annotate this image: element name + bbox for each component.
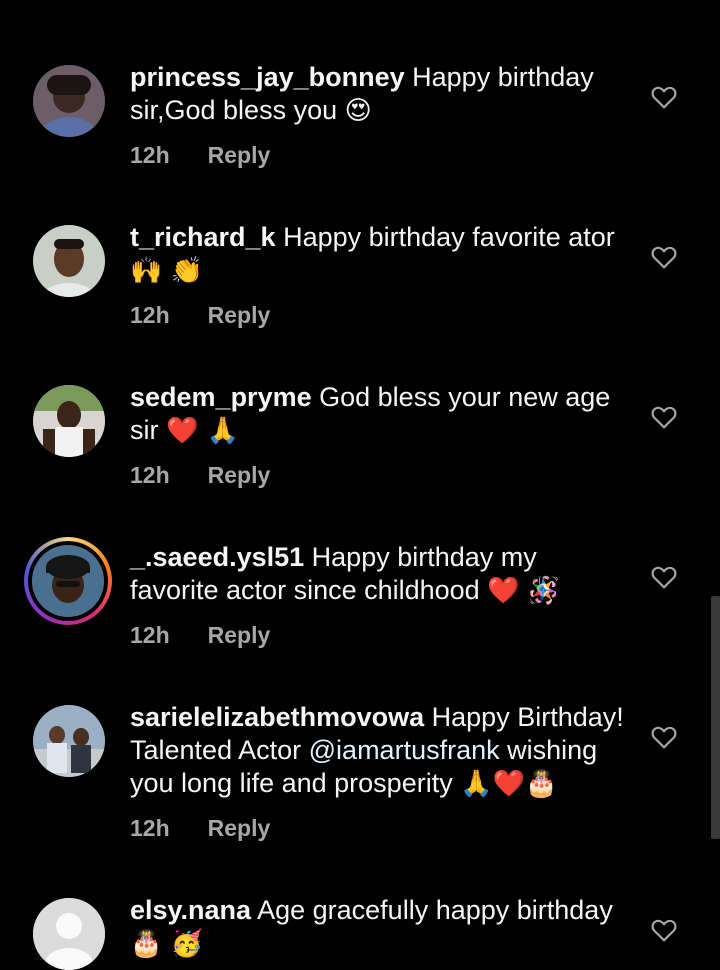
comment-emoji: ❤️ 🪅 bbox=[487, 576, 561, 606]
comment-timestamp: 12h bbox=[130, 815, 170, 841]
comment-meta: 12h Reply bbox=[130, 302, 270, 329]
comment-timestamp: 12h bbox=[130, 462, 170, 488]
comment-body: Happy birthday favorite ator bbox=[283, 222, 615, 252]
avatar[interactable] bbox=[33, 898, 105, 970]
reply-button[interactable]: Reply bbox=[208, 815, 271, 842]
comment-meta: 12h Reply bbox=[130, 462, 270, 489]
comment-text: sarielelizabethmovowa Happy Birthday! Ta… bbox=[130, 701, 630, 801]
comment-username[interactable]: t_richard_k bbox=[130, 222, 276, 252]
heart-outline-icon[interactable] bbox=[651, 918, 677, 942]
comment-username[interactable]: elsy.nana bbox=[130, 895, 251, 925]
heart-outline-icon[interactable] bbox=[651, 85, 677, 109]
reply-button[interactable]: Reply bbox=[208, 142, 271, 169]
story-ring[interactable] bbox=[24, 537, 112, 625]
comment-text: t_richard_k Happy birthday favorite ator… bbox=[130, 221, 630, 288]
heart-outline-icon[interactable] bbox=[651, 565, 677, 589]
heart-outline-icon[interactable] bbox=[651, 405, 677, 429]
comment-emoji: 😍 bbox=[344, 96, 372, 126]
comment-meta: 12h Reply bbox=[130, 142, 270, 169]
heart-outline-icon[interactable] bbox=[651, 725, 677, 749]
comment-body: Age gracefully happy birthday bbox=[257, 895, 613, 925]
avatar[interactable] bbox=[33, 705, 105, 777]
comment-username[interactable]: sedem_pryme bbox=[130, 382, 312, 412]
comment-timestamp: 12h bbox=[130, 622, 170, 648]
reply-button[interactable]: Reply bbox=[208, 462, 271, 489]
comment-username[interactable]: princess_jay_bonney bbox=[130, 62, 405, 92]
comment-emoji: 🙏❤️🎂 bbox=[460, 769, 558, 799]
avatar[interactable] bbox=[33, 65, 105, 137]
comment-meta: 12h Reply bbox=[130, 622, 270, 649]
avatar[interactable] bbox=[33, 385, 105, 457]
comment-username[interactable]: sarielelizabethmovowa bbox=[130, 702, 424, 732]
comment-emoji: 🙌 👏 bbox=[130, 256, 204, 286]
scrollbar[interactable] bbox=[711, 596, 720, 839]
heart-outline-icon[interactable] bbox=[651, 245, 677, 269]
comment-emoji: ❤️ 🙏 bbox=[166, 416, 240, 446]
comment-username[interactable]: _.saeed.ysl51 bbox=[130, 542, 304, 572]
comment-meta: 12h Reply bbox=[130, 815, 270, 842]
comment-emoji: 🎂 🥳 bbox=[130, 929, 204, 959]
avatar[interactable] bbox=[32, 545, 104, 617]
reply-button[interactable]: Reply bbox=[208, 302, 271, 329]
reply-button[interactable]: Reply bbox=[208, 622, 271, 649]
comment-text: elsy.nana Age gracefully happy birthday … bbox=[130, 894, 630, 961]
comment-timestamp: 12h bbox=[130, 302, 170, 328]
comment-timestamp: 12h bbox=[130, 142, 170, 168]
comment-text: sedem_pryme God bless your new age sir ❤… bbox=[130, 381, 630, 448]
avatar[interactable] bbox=[33, 225, 105, 297]
comment-text: _.saeed.ysl51 Happy birthday my favorite… bbox=[130, 541, 630, 608]
comment-text: princess_jay_bonney Happy birthday sir,G… bbox=[130, 61, 630, 128]
mention-link[interactable]: @iamartusfrank bbox=[309, 735, 500, 765]
